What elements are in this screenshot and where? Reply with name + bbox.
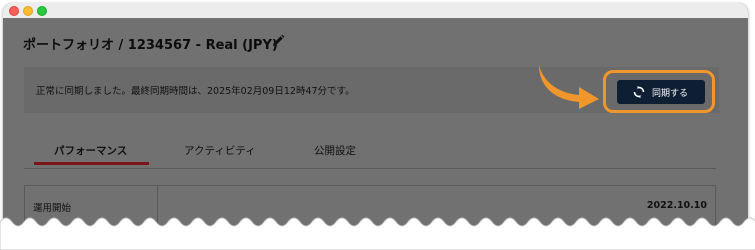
window-titlebar <box>3 3 748 18</box>
close-window-button[interactable] <box>9 6 19 16</box>
page-title: ポートフォリオ / 1234567 - Real (JPY) <box>23 38 278 53</box>
start-date-value: 2022.10.10 <box>646 200 707 211</box>
sync-icon <box>633 86 645 98</box>
tab-performance[interactable]: パフォーマンス <box>54 143 127 158</box>
pencil-icon[interactable] <box>271 33 285 47</box>
callout-arrow-icon <box>539 65 599 109</box>
tab-privacy-settings[interactable]: 公開設定 <box>314 143 356 158</box>
sync-status-message: 正常に同期しました。最終同期時間は、2025年02月09日12時47分です。 <box>36 86 355 97</box>
minimize-window-button[interactable] <box>23 6 33 16</box>
tab-bar: パフォーマンス アクティビティ 公開設定 <box>24 139 716 169</box>
active-tab-indicator <box>34 162 149 165</box>
tab-activity[interactable]: アクティビティ <box>184 143 256 158</box>
sync-button[interactable]: 同期する <box>617 80 705 104</box>
sync-button-label: 同期する <box>652 89 689 99</box>
torn-edge <box>0 217 755 250</box>
maximize-window-button[interactable] <box>37 6 47 16</box>
